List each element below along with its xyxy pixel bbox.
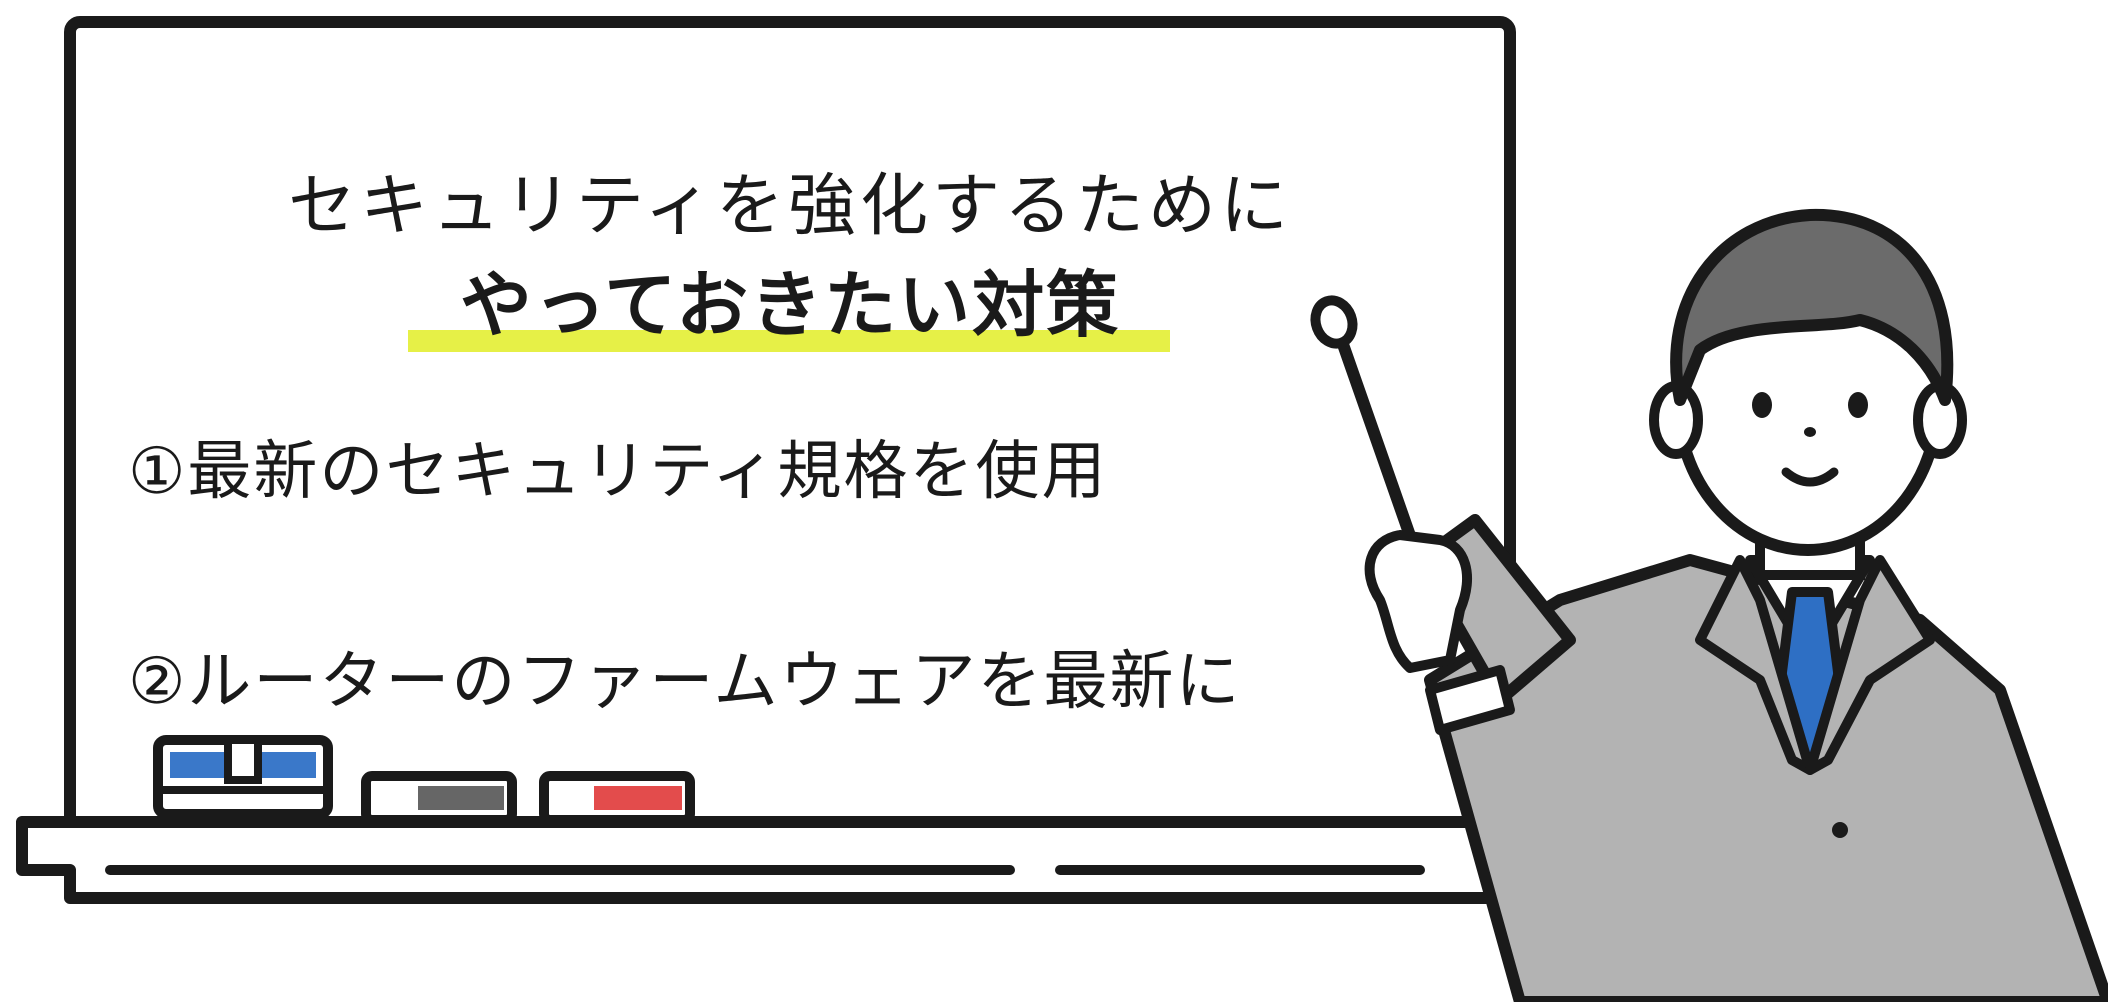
board-item-1: ①最新のセキュリティ規格を使用 bbox=[128, 435, 1108, 509]
marker-gray-icon bbox=[361, 771, 517, 825]
eraser-icon bbox=[153, 735, 333, 819]
board-title-line1: セキュリティを強化するために bbox=[288, 167, 1292, 246]
whiteboard-tray bbox=[16, 816, 1686, 904]
board-title-line2: やっておきたい対策 bbox=[459, 263, 1121, 347]
marker-red-icon bbox=[539, 771, 695, 825]
board-item-2: ②ルーターのファームウェアを最新に bbox=[128, 645, 1242, 719]
